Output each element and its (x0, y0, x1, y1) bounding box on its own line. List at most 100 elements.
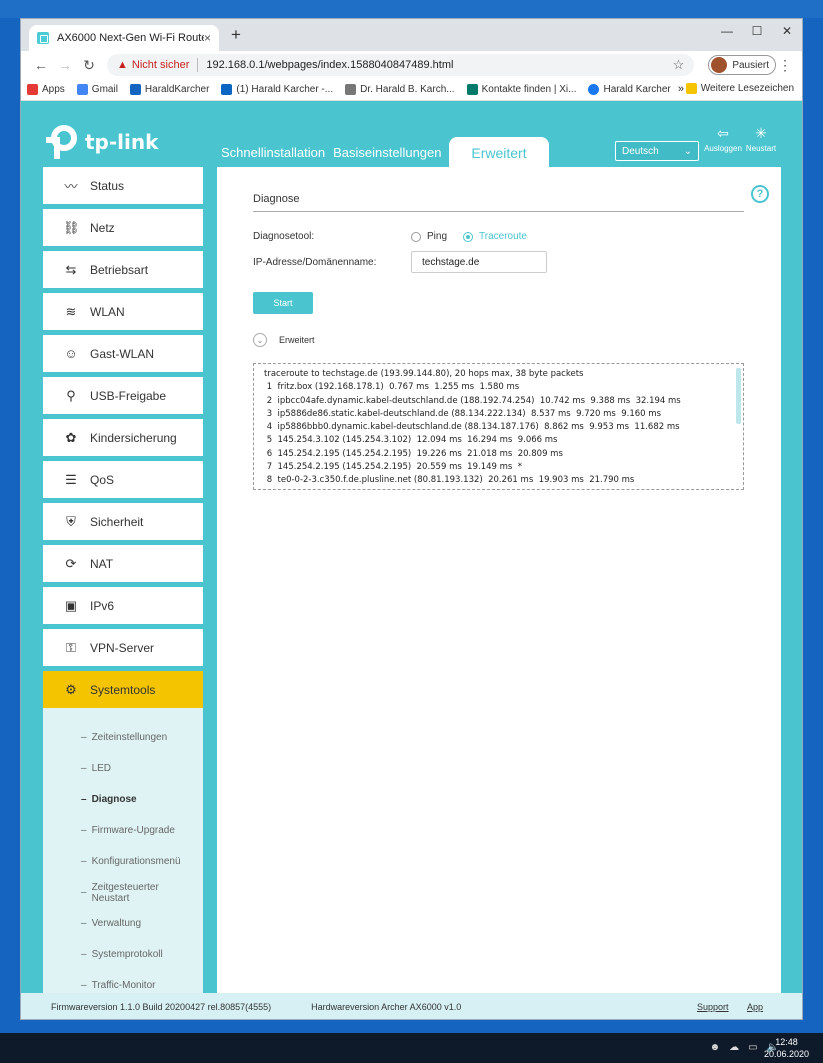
omnibox-divider (197, 58, 199, 72)
help-icon[interactable]: ? (751, 185, 769, 203)
bookmark-star-icon[interactable]: ☆ (673, 57, 685, 73)
sidebar-item-vpn[interactable]: ⚿ VPN-Server (43, 629, 203, 666)
maximize-button[interactable]: ☐ (742, 19, 772, 43)
host-input[interactable]: techstage.de (411, 251, 547, 273)
profile-button[interactable]: Pausiert (708, 55, 776, 75)
restart-label: Neustart (745, 144, 777, 153)
browser-menu-icon[interactable]: ⋮ (776, 57, 794, 74)
sidebar-item-systemtools[interactable]: ⚙ Systemtools (43, 671, 203, 708)
close-window-button[interactable]: ✕ (772, 19, 802, 43)
ipv6-icon: ▣ (64, 597, 78, 613)
output-scrollbar[interactable] (736, 368, 741, 424)
bookmark-xing[interactable]: Kontakte finden | Xi... (466, 84, 576, 95)
submenu-diagnose[interactable]: – Diagnose (43, 784, 203, 815)
network-tray-icon[interactable]: ▭ (748, 1042, 757, 1053)
forward-arrow-icon[interactable]: → (53, 57, 77, 73)
apps-grid-icon (27, 84, 38, 95)
tab-quick-setup[interactable]: Schnellinstallation (221, 145, 325, 160)
sidebar-item-label: USB-Freigabe (90, 388, 167, 403)
chevron-down-icon: ⌄ (253, 333, 267, 347)
sidebar-item-usb[interactable]: ⚲ USB-Freigabe (43, 377, 203, 414)
submenu-label: Konfigurationsmenü (91, 856, 181, 867)
submenu-led[interactable]: – LED (43, 753, 203, 784)
other-bookmarks-folder[interactable]: Weitere Lesezeichen (685, 83, 794, 94)
bookmark-karcher-doc[interactable]: Dr. Harald B. Karch... (345, 84, 455, 95)
google-icon (76, 84, 88, 95)
omnibox[interactable]: ▲ Nicht sicher 192.168.0.1/webpages/inde… (107, 54, 695, 76)
submenu-zeitgesteuerter-neustart[interactable]: – Zeitgesteuerter Neustart (43, 877, 203, 908)
router-header: tp-link Schnellinstallation Basiseinstel… (21, 101, 802, 169)
language-select[interactable]: Deutsch ⌄ (615, 141, 699, 161)
sidebar-item-netz[interactable]: ⛓ Netz (43, 209, 203, 246)
output-line: 6 145.254.2.195 (145.254.2.195) 19.226 m… (264, 448, 563, 459)
qos-icon: ☰ (65, 471, 77, 487)
advanced-toggle[interactable]: ⌄ Erweitert (253, 333, 315, 347)
taskbar: ☻ ☁ ▭ 🔈 12:48 20.06.2020 (0, 1033, 823, 1063)
output-line: 4 ip5886bbb0.dynamic.kabel-deutschland.d… (264, 422, 680, 433)
diagnose-tool-label: Diagnosetool: (253, 231, 315, 242)
tab-basic[interactable]: Basiseinstellungen (333, 145, 441, 160)
logout-label: Ausloggen (704, 144, 742, 153)
browser-tab[interactable]: AX6000 Next-Gen Wi-Fi Router × (29, 25, 219, 51)
sidebar-item-label: IPv6 (90, 598, 115, 613)
router-favicon (37, 32, 49, 44)
people-icon[interactable]: ☻ (710, 1042, 721, 1053)
sidebar-item-betriebsart[interactable]: ⇆ Betriebsart (43, 251, 203, 288)
more-bookmarks-button[interactable]: » (678, 83, 684, 95)
sidebar-item-qos[interactable]: ☰ QoS (43, 461, 203, 498)
restart-button[interactable]: ✳ Neustart (741, 125, 781, 153)
cloud-icon[interactable]: ☁ (729, 1042, 739, 1053)
new-tab-button[interactable]: + (226, 25, 246, 45)
submenu-verwaltung[interactable]: – Verwaltung (43, 908, 203, 939)
xing-icon (466, 84, 478, 95)
sidebar-item-label: Betriebsart (90, 262, 149, 277)
submenu-konfigurationsmenu[interactable]: – Konfigurationsmenü (43, 846, 203, 877)
sidebar-item-nat[interactable]: ⟳ NAT (43, 545, 203, 582)
sidebar: 〰 Status ⛓ Netz ⇆ Betriebsart ≋ WLAN ☺ Gast-W… (43, 167, 203, 1019)
url-text[interactable]: 192.168.0.1/webpages/index.1588040847489… (206, 59, 672, 71)
sidebar-item-kindersicherung[interactable]: ✿ Kindersicherung (43, 419, 203, 456)
security-warning[interactable]: Nicht sicher (132, 59, 189, 71)
support-link[interactable]: Support (697, 1002, 729, 1012)
sidebar-item-sicherheit[interactable]: ⛨ Sicherheit (43, 503, 203, 540)
back-arrow-icon[interactable]: ← (29, 57, 53, 73)
bookmark-haraldkarcher[interactable]: HaraldKarcher (129, 84, 209, 95)
reload-icon[interactable]: ↻ (77, 57, 101, 74)
sidebar-item-ipv6[interactable]: ▣ IPv6 (43, 587, 203, 624)
traceroute-output[interactable]: traceroute to techstage.de (193.99.144.8… (253, 363, 744, 490)
radio-traceroute[interactable]: Traceroute (463, 231, 527, 242)
language-value: Deutsch (622, 145, 659, 157)
submenu-label: Systemprotokoll (91, 949, 163, 960)
app-link[interactable]: App (747, 1002, 763, 1012)
output-line: 3 ip5886de86.static.kabel-deutschland.de… (264, 408, 662, 419)
bookmark-gmail[interactable]: Gmail (76, 84, 118, 95)
logout-button[interactable]: ⇦ Ausloggen (703, 125, 743, 153)
shield-icon: ⛨ (66, 513, 76, 529)
start-button[interactable]: Start (253, 292, 313, 314)
parental-control-icon: ✿ (65, 429, 77, 445)
submenu-firmware-upgrade[interactable]: – Firmware-Upgrade (43, 815, 203, 846)
section-title: Diagnose (253, 193, 744, 212)
minimize-button[interactable]: — (712, 19, 742, 43)
sidebar-item-status[interactable]: 〰 Status (43, 167, 203, 204)
bookmark-linkedin[interactable]: (1) Harald Karcher -... (221, 84, 333, 95)
radio-ping[interactable]: Ping (411, 231, 447, 242)
sidebar-item-label: NAT (90, 556, 114, 571)
tab-advanced[interactable]: Erweitert (449, 137, 549, 169)
submenu-label: Zeiteinstellungen (91, 732, 168, 743)
guest-icon: ☺ (64, 346, 78, 361)
hardware-version: Hardwareversion Archer AX6000 v1.0 (311, 1002, 462, 1012)
clock[interactable]: 12:48 20.06.2020 (764, 1036, 809, 1060)
sidebar-item-wlan[interactable]: ≋ WLAN (43, 293, 203, 330)
browser-window: AX6000 Next-Gen Wi-Fi Router × + — ☐ ✕ ←… (20, 18, 803, 1020)
wifi-icon: ≋ (65, 303, 77, 319)
submenu-label: Firmware-Upgrade (91, 825, 175, 836)
submenu-zeiteinstellungen[interactable]: – Zeiteinstellungen (43, 722, 203, 753)
tab-close-icon[interactable]: × (204, 31, 211, 45)
submenu-systemprotokoll[interactable]: – Systemprotokoll (43, 939, 203, 970)
sidebar-item-gast-wlan[interactable]: ☺ Gast-WLAN (43, 335, 203, 372)
bookmarks-bar: Apps Gmail HaraldKarcher (1) Harald Karc… (21, 79, 802, 101)
bookmark-apps[interactable]: Apps (27, 84, 65, 95)
bookmark-facebook[interactable]: Harald Karcher (588, 84, 671, 95)
warning-icon: ▲ (117, 59, 128, 71)
